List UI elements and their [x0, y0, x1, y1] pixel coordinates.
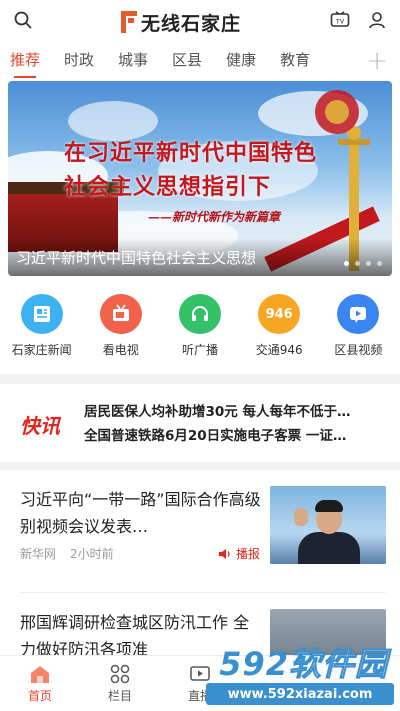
grid-icon	[110, 664, 130, 683]
hero-banner[interactable]: 在习近平新时代中国特色 社会主义思想指引下 ——新时代新作为新篇章 习近平新时代…	[8, 81, 392, 276]
quick-link-district-video[interactable]: 区县视频	[320, 294, 396, 358]
headphones-icon	[178, 294, 221, 334]
logo-mark-icon	[120, 11, 137, 33]
section-divider	[0, 462, 400, 470]
logo-text: 无线石家庄	[140, 12, 241, 35]
flash-news-logo: 快讯	[20, 413, 60, 438]
pagination-dot[interactable]	[355, 261, 360, 266]
section-divider	[0, 374, 400, 384]
play-icon	[337, 294, 380, 334]
nav-label: 首页	[27, 688, 52, 703]
article-source: 新华网	[20, 547, 57, 561]
flash-news: 快讯 居民医保人均补助增30元 每人每年不低于… 全国普速铁路6月20日实施电子…	[0, 384, 400, 462]
top-header: 无线石家庄 TV	[0, 0, 400, 44]
article-thumbnail[interactable]	[270, 486, 386, 564]
tab-health[interactable]: 健康	[226, 49, 256, 74]
article-time: 2小时前	[70, 547, 114, 561]
quick-link-traffic-946[interactable]: 946 交通946	[241, 294, 317, 358]
quick-link-label: 石家庄新闻	[11, 343, 72, 357]
article-title[interactable]: 习近平向“一带一路”国际合作高级别视频会议发表…	[20, 486, 270, 540]
svg-text:TV: TV	[335, 17, 345, 25]
banner-pagination	[344, 261, 382, 266]
flash-news-item[interactable]: 全国普速铁路6月20日实施电子客票 一证…	[84, 424, 386, 448]
quick-link-sjz-news[interactable]: 石家庄新闻	[4, 294, 80, 358]
quick-link-watch-tv[interactable]: 看电视	[83, 294, 159, 358]
quick-links: 石家庄新闻 看电视 听广播 946 交通946 区县视频	[0, 276, 400, 358]
tab-recommend[interactable]: 推荐	[10, 49, 40, 78]
tab-education[interactable]: 教育	[280, 49, 310, 74]
watermark-url: www.592xiazai.com	[206, 683, 394, 705]
quick-link-label: 听广播	[181, 343, 218, 357]
newspaper-icon	[20, 294, 63, 334]
quick-link-radio[interactable]: 听广播	[162, 294, 238, 358]
traffic-946-badge: 946	[265, 306, 293, 322]
user-profile-icon[interactable]	[368, 11, 386, 33]
quick-link-label: 交通946	[255, 343, 303, 357]
pagination-dot[interactable]	[344, 261, 349, 266]
tab-districts[interactable]: 区县	[172, 49, 202, 74]
pagination-dot[interactable]	[377, 261, 382, 266]
app-logo: 无线石家庄	[120, 9, 241, 36]
banner-headline-line2: 社会主义思想指引下	[64, 174, 272, 200]
category-tabs: 推荐 时政 城事 区县 健康 教育 +	[0, 44, 400, 78]
national-emblem-icon	[315, 90, 359, 134]
broadcast-button[interactable]: 播报	[218, 545, 260, 562]
home-icon	[31, 665, 49, 683]
tv-icon	[99, 294, 142, 334]
site-watermark: 592软件园 www.592xiazai.com	[200, 639, 396, 709]
traffic-946-icon: 946	[258, 294, 301, 334]
nav-label: 栏目	[107, 688, 132, 703]
flash-news-item[interactable]: 居民医保人均补助增30元 每人每年不低于…	[84, 400, 386, 424]
banner-headline-line1: 在习近平新时代中国特色	[64, 140, 318, 166]
banner-caption: 习近平新时代中国特色社会主义思想	[8, 238, 392, 276]
search-icon[interactable]	[14, 11, 32, 33]
watermark-brand: 592软件园	[219, 645, 388, 684]
tv-icon[interactable]: TV	[330, 11, 350, 33]
nav-columns[interactable]: 栏目	[80, 656, 160, 711]
speaker-icon	[218, 548, 230, 559]
news-article[interactable]: 习近平向“一带一路”国际合作高级别视频会议发表… 新华网 2小时前 播报	[0, 470, 400, 578]
banner-subtitle: ——新时代新作为新篇章	[148, 210, 281, 224]
nav-home[interactable]: 首页	[0, 656, 80, 711]
add-tab-button[interactable]: +	[366, 48, 388, 74]
quick-link-label: 看电视	[102, 343, 139, 357]
tab-city[interactable]: 城事	[118, 49, 148, 74]
tab-politics[interactable]: 时政	[64, 49, 94, 74]
broadcast-label: 播报	[235, 547, 260, 561]
app-root: 无线石家庄 TV 推荐 时政 城事 区县 健康 教育 + 在习近平新时代中国特色…	[0, 0, 400, 711]
quick-link-label: 区县视频	[334, 343, 383, 357]
pagination-dot[interactable]	[366, 261, 371, 266]
